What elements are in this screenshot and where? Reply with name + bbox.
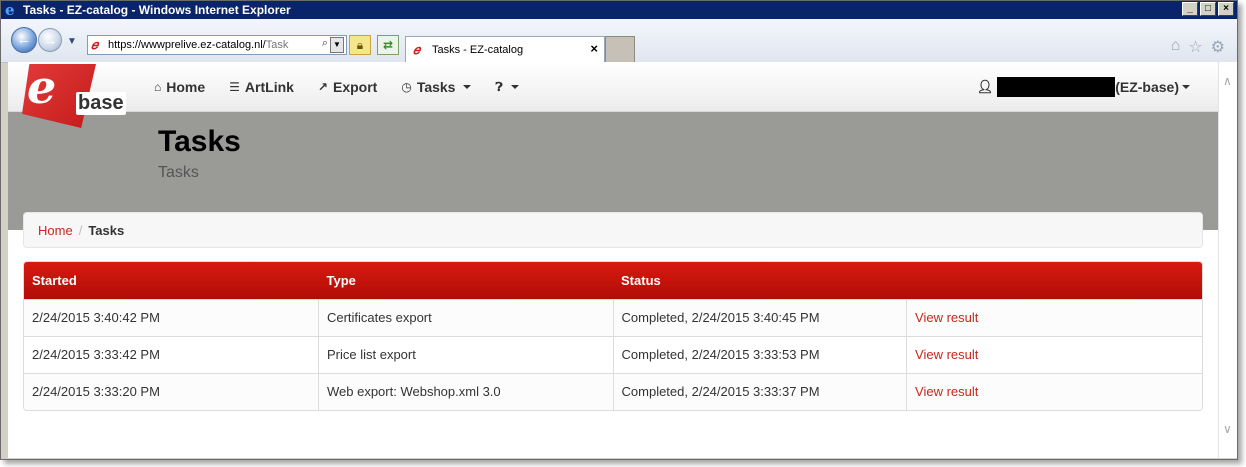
close-window-button[interactable]: × (1218, 2, 1234, 16)
tasks-table: Started Type Status 2/24/2015 3:40:42 PM… (23, 261, 1203, 411)
site-favicon-icon: 𝑒 (91, 37, 98, 52)
redacted-username (997, 77, 1116, 97)
browser-right-icons: ⌂ ☆ ⚙ (1171, 37, 1225, 57)
main-nav: ⌂ Home ☰ ArtLink ↗ Export ◷ Tasks ❓︎ (154, 62, 519, 112)
user-account-label: (EZ-base) (1115, 79, 1179, 95)
table-row: 2/24/2015 3:33:20 PM Web export: Webshop… (24, 372, 1202, 410)
clock-icon: ◷ (401, 80, 412, 94)
cell-started: 2/24/2015 3:33:42 PM (24, 335, 319, 373)
tab-favicon-icon: 𝑒 (413, 42, 420, 57)
table-row: 2/24/2015 3:33:42 PM Price list export C… (24, 335, 1202, 373)
table-header-row: Started Type Status (24, 262, 1202, 299)
user-menu[interactable]: 👤︎ (EZ-base) (977, 62, 1190, 112)
vertical-scrollbar[interactable]: ∧ ∨ (1218, 62, 1237, 458)
back-arrow-icon[interactable]: ← (11, 27, 37, 53)
browser-toolbar: ← → ▼ 𝑒 https://wwwprelive.ez-catalog.nl… (1, 19, 1237, 63)
window-title: Tasks - EZ-catalog - Windows Internet Ex… (23, 3, 291, 17)
chevron-down-icon (1182, 85, 1190, 89)
url-rest: Task (265, 39, 289, 51)
cell-action: View result (906, 372, 1202, 410)
cell-status: Completed, 2/24/2015 3:40:45 PM (612, 298, 907, 336)
nav-home-label: Home (166, 79, 206, 95)
scroll-down-icon[interactable]: ∨ (1223, 422, 1232, 436)
nav-export[interactable]: ↗ Export (318, 79, 377, 95)
page-viewport: e base ⌂ Home ☰ ArtLink ↗ Export ◷ Tasks (8, 62, 1218, 458)
address-bar[interactable]: 𝑒 https://wwwprelive.ez-catalog.nl/Task … (87, 35, 347, 55)
site-navbar: e base ⌂ Home ☰ ArtLink ↗ Export ◷ Tasks (8, 62, 1218, 128)
brand-e: e (27, 62, 57, 114)
list-icon: ☰ (229, 80, 240, 94)
tab-close-icon[interactable]: × (590, 41, 598, 56)
page-title: Tasks (158, 125, 241, 158)
brand-name: base (76, 92, 126, 115)
address-dropdown-icon[interactable]: ▼ (330, 37, 344, 53)
url-main: https://wwwprelive.ez-catalog.nl/ (108, 39, 266, 51)
view-result-link[interactable]: View result (915, 310, 978, 325)
nav-home[interactable]: ⌂ Home (154, 79, 205, 95)
user-icon: 👤︎ (976, 79, 994, 94)
window-controls: _ □ × (1182, 2, 1234, 16)
cell-type: Price list export (317, 335, 614, 373)
view-result-link[interactable]: View result (915, 384, 978, 399)
history-dropdown-icon[interactable]: ▼ (67, 36, 77, 47)
star-icon[interactable]: ☆ (1188, 37, 1202, 57)
nav-export-label: Export (332, 79, 378, 95)
cell-action: View result (906, 298, 1202, 336)
minimize-button[interactable]: _ (1182, 2, 1198, 16)
column-header-started[interactable]: Started (24, 262, 318, 299)
table-row: 2/24/2015 3:40:42 PM Certificates export… (24, 298, 1202, 336)
cell-type: Web export: Webshop.xml 3.0 (317, 372, 614, 410)
breadcrumb-separator: / (78, 222, 83, 238)
cell-action: View result (906, 335, 1202, 373)
ie-logo-icon: e (5, 1, 15, 19)
maximize-button[interactable]: □ (1200, 2, 1216, 16)
forward-arrow-icon[interactable]: → (38, 28, 62, 52)
refresh-icon[interactable]: ⇄ (377, 35, 399, 55)
cell-started: 2/24/2015 3:40:42 PM (24, 298, 319, 336)
column-header-type[interactable]: Type (318, 262, 613, 299)
cell-status: Completed, 2/24/2015 3:33:37 PM (612, 372, 907, 410)
view-result-link[interactable]: View result (915, 347, 978, 362)
export-icon: ↗ (317, 80, 328, 94)
nav-help[interactable]: ❓︎ (495, 79, 519, 95)
scroll-up-icon[interactable]: ∧ (1223, 74, 1232, 88)
cell-status: Completed, 2/24/2015 3:33:53 PM (612, 335, 907, 373)
gear-icon[interactable]: ⚙ (1211, 37, 1225, 57)
column-header-action (907, 262, 1202, 299)
nav-artlink[interactable]: ☰ ArtLink (229, 79, 294, 95)
chevron-down-icon (463, 85, 472, 89)
page-subtitle: Tasks (158, 164, 199, 181)
breadcrumb: Home / Tasks (23, 212, 1203, 248)
nav-tasks-label: Tasks (416, 79, 456, 95)
cell-started: 2/24/2015 3:33:20 PM (24, 372, 319, 410)
tab-title: Tasks - EZ-catalog (432, 44, 524, 56)
chevron-down-icon (510, 85, 519, 89)
search-icon[interactable]: ⌕ (322, 37, 328, 53)
column-header-status[interactable]: Status (613, 262, 907, 299)
address-bar-icons: ⌕ ▼ (322, 37, 344, 53)
nav-artlink-label: ArtLink (244, 79, 294, 95)
title-bar: e Tasks - EZ-catalog - Windows Internet … (1, 1, 1237, 19)
tab-tasks[interactable]: 𝑒 Tasks - EZ-catalog × (405, 36, 605, 63)
question-icon: ❓︎ (495, 79, 503, 94)
lock-icon[interactable]: 🔒︎ (349, 35, 371, 55)
nav-tasks[interactable]: ◷ Tasks (401, 79, 472, 95)
breadcrumb-current: Tasks (88, 222, 125, 238)
breadcrumb-home-link[interactable]: Home (38, 223, 73, 238)
home-icon[interactable]: ⌂ (1171, 37, 1181, 57)
new-tab-button[interactable] (605, 36, 635, 63)
cell-type: Certificates export (317, 298, 614, 336)
home-icon: ⌂ (154, 80, 162, 94)
brand-logo[interactable]: e base (22, 62, 126, 134)
